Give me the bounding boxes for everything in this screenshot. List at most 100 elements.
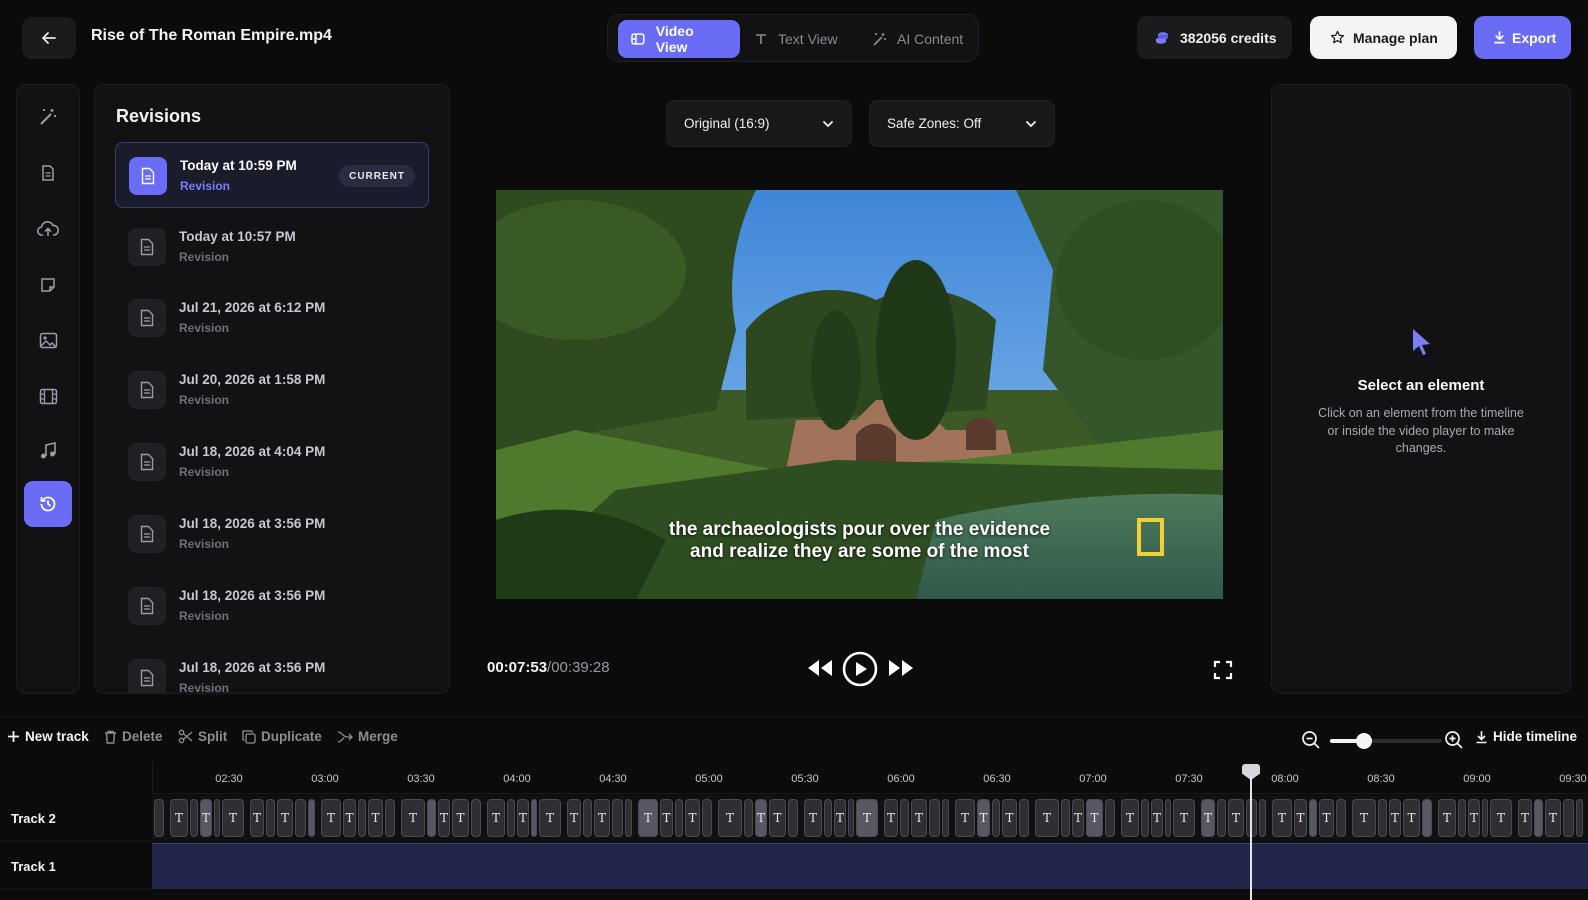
- timeline-clip[interactable]: [900, 799, 909, 837]
- timeline-clip[interactable]: [612, 799, 623, 837]
- manage-plan-button[interactable]: Manage plan: [1310, 16, 1457, 59]
- timeline-clip[interactable]: [385, 799, 395, 837]
- timeline-clip[interactable]: T: [1438, 799, 1456, 837]
- timeline-clip[interactable]: [1534, 799, 1543, 837]
- hide-timeline-button[interactable]: Hide timeline: [1475, 729, 1577, 744]
- timeline-clip[interactable]: T: [1272, 799, 1292, 837]
- timeline-clip[interactable]: T: [1151, 799, 1163, 837]
- timeline-ruler[interactable]: 02:30 03:00 03:30 04:00 04:30 05:00 05:30 06:00…: [152, 762, 1588, 794]
- timeline-clip[interactable]: [1019, 799, 1029, 837]
- timeline-clip[interactable]: [1105, 799, 1115, 837]
- timeline-clip[interactable]: [1458, 799, 1466, 837]
- timeline-clip[interactable]: [471, 799, 481, 837]
- rail-audio[interactable]: [24, 428, 72, 474]
- timeline-clip[interactable]: [929, 799, 940, 837]
- export-button[interactable]: Export: [1474, 16, 1571, 59]
- credits-button[interactable]: 382056 credits: [1137, 16, 1292, 59]
- timeline-clip[interactable]: [583, 799, 592, 837]
- timeline-clip[interactable]: T: [277, 799, 293, 837]
- delete-button[interactable]: Delete: [104, 729, 163, 744]
- timeline-clip[interactable]: T: [438, 799, 450, 837]
- timeline-clip[interactable]: T: [685, 799, 700, 837]
- timeline-clip[interactable]: [992, 799, 1000, 837]
- rewind-button[interactable]: [806, 656, 834, 680]
- revision-item[interactable]: Today at 10:57 PM Revision: [115, 214, 429, 280]
- timeline-clip[interactable]: [1422, 799, 1432, 837]
- timeline-clip[interactable]: T: [487, 799, 505, 837]
- timeline-clip[interactable]: T: [539, 799, 561, 837]
- timeline-clip[interactable]: [744, 799, 753, 837]
- timeline-clip[interactable]: [1563, 799, 1574, 837]
- timeline-clip[interactable]: [1259, 799, 1266, 837]
- timeline-clip[interactable]: [675, 799, 683, 837]
- split-button[interactable]: Split: [178, 729, 227, 744]
- tab-ai-content[interactable]: AI Content: [860, 20, 976, 58]
- revision-item[interactable]: Jul 18, 2026 at 3:56 PM Revision: [115, 501, 429, 567]
- safe-zones-select[interactable]: Safe Zones: Off: [869, 100, 1055, 147]
- merge-button[interactable]: Merge: [337, 729, 398, 744]
- timeline-clip[interactable]: [295, 799, 306, 837]
- playhead[interactable]: [1250, 776, 1252, 900]
- timeline-clip[interactable]: T: [1403, 799, 1420, 837]
- timeline-clip[interactable]: T: [834, 799, 846, 837]
- fast-forward-button[interactable]: [887, 656, 915, 680]
- timeline-clip[interactable]: [214, 799, 220, 837]
- timeline-clip[interactable]: [625, 799, 632, 837]
- timeline-clip[interactable]: T: [1201, 799, 1215, 837]
- revision-item[interactable]: Jul 18, 2026 at 4:04 PM Revision: [115, 429, 429, 495]
- rail-document[interactable]: [24, 150, 72, 196]
- timeline-clip[interactable]: T: [1294, 799, 1307, 837]
- timeline-clip[interactable]: T: [884, 799, 898, 837]
- timeline-clip[interactable]: [1141, 799, 1149, 837]
- play-button[interactable]: [842, 651, 878, 687]
- timeline-clip[interactable]: [1165, 799, 1171, 837]
- timeline-clip[interactable]: T: [343, 799, 356, 837]
- tab-text-view[interactable]: Text View: [742, 20, 850, 58]
- rail-images[interactable]: [24, 317, 72, 363]
- revision-item[interactable]: Jul 20, 2026 at 1:58 PM Revision: [115, 357, 429, 423]
- timeline-clip[interactable]: T: [755, 799, 767, 837]
- zoom-in-icon[interactable]: [1444, 730, 1464, 750]
- timeline-clip[interactable]: T: [401, 799, 425, 837]
- timeline-clip[interactable]: T: [594, 799, 610, 837]
- timeline-clip[interactable]: T: [1545, 799, 1561, 837]
- revision-item[interactable]: Today at 10:59 PM Revision CURRENT: [115, 142, 429, 208]
- fullscreen-button[interactable]: [1212, 659, 1234, 681]
- timeline-clip[interactable]: T: [452, 799, 469, 837]
- timeline-clip[interactable]: [507, 799, 515, 837]
- aspect-ratio-select[interactable]: Original (16:9): [666, 100, 852, 147]
- timeline-clip[interactable]: [824, 799, 832, 837]
- back-button[interactable]: [22, 17, 76, 59]
- rail-notes[interactable]: [24, 262, 72, 308]
- revision-item[interactable]: Jul 18, 2026 at 3:56 PM Revision: [115, 645, 429, 693]
- rail-upload[interactable]: [24, 206, 72, 252]
- timeline-clip[interactable]: T: [200, 799, 212, 837]
- rail-videos[interactable]: [24, 373, 72, 419]
- video-player[interactable]: the archaeologists pour over the evidenc…: [496, 190, 1223, 599]
- timeline-clip[interactable]: T: [1002, 799, 1017, 837]
- timeline-clip[interactable]: [942, 799, 949, 837]
- timeline-clip[interactable]: T: [1319, 799, 1334, 837]
- timeline-clip[interactable]: [308, 799, 315, 837]
- timeline-clip[interactable]: T: [1490, 799, 1512, 837]
- timeline-clip[interactable]: T: [638, 799, 658, 837]
- timeline-clip[interactable]: T: [718, 799, 742, 837]
- timeline-clip[interactable]: T: [1035, 799, 1059, 837]
- timeline-clip[interactable]: [190, 799, 198, 837]
- timeline-clip[interactable]: T: [1228, 799, 1244, 837]
- timeline-clip[interactable]: T: [1389, 799, 1401, 837]
- rail-history[interactable]: [24, 481, 72, 527]
- timeline-clip[interactable]: T: [977, 799, 990, 837]
- timeline-clip[interactable]: [154, 799, 164, 837]
- timeline-clip[interactable]: [1576, 799, 1583, 837]
- timeline-clip[interactable]: [702, 799, 712, 837]
- zoom-slider[interactable]: [1330, 733, 1442, 749]
- timeline-clip[interactable]: T: [517, 799, 529, 837]
- yellow-frame-logo[interactable]: [1137, 518, 1164, 556]
- revision-item[interactable]: Jul 18, 2026 at 3:56 PM Revision: [115, 573, 429, 639]
- timeline-clip[interactable]: T: [1173, 799, 1195, 837]
- timeline-clip[interactable]: [1482, 799, 1488, 837]
- video-caption[interactable]: the archaeologists pour over the evidenc…: [496, 519, 1223, 563]
- track-1-lane[interactable]: [152, 843, 1588, 889]
- timeline-clip[interactable]: [1061, 799, 1070, 837]
